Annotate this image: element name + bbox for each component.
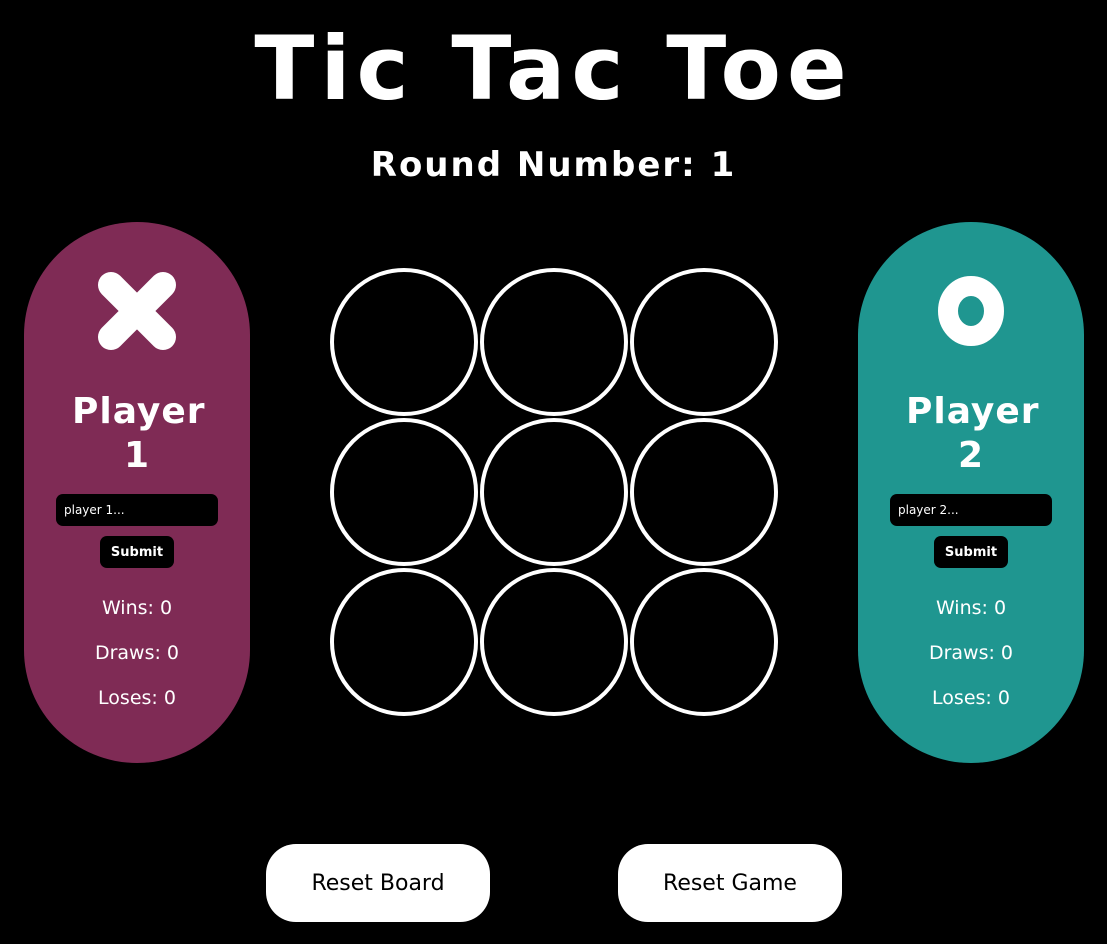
- board-cell-6[interactable]: [630, 418, 778, 566]
- player-1-draws: Draws: 0: [94, 642, 180, 664]
- round-number: Round Number: 1: [370, 145, 737, 185]
- board-cell-3[interactable]: [630, 268, 778, 416]
- player-2-name-text: Player 2: [906, 391, 1040, 476]
- o-mark-icon: [858, 266, 1084, 356]
- game-board: [330, 268, 778, 716]
- x-mark-icon: [24, 266, 250, 356]
- board-cell-5[interactable]: [480, 418, 628, 566]
- reset-game-button[interactable]: Reset Game: [618, 844, 842, 922]
- player-2-name-input[interactable]: [890, 494, 1052, 526]
- player-2-wins: Wins: 0: [935, 597, 1007, 619]
- player-1-wins: Wins: 0: [101, 597, 173, 619]
- board-cell-7[interactable]: [330, 568, 478, 716]
- board-cell-4[interactable]: [330, 418, 478, 566]
- player-1-name: Player 1: [24, 390, 250, 478]
- board-cell-1[interactable]: [330, 268, 478, 416]
- player-2-draws: Draws: 0: [928, 642, 1014, 664]
- player-2-name: Player 2: [858, 390, 1084, 478]
- player-1-name-text: Player 1: [72, 391, 206, 476]
- page-title: Tic Tac Toe: [254, 17, 853, 120]
- board-cell-2[interactable]: [480, 268, 628, 416]
- player-1-card: Player 1 Submit Wins: 0 Draws: 0 Loses: …: [24, 222, 250, 763]
- player-1-loses: Loses: 0: [98, 687, 176, 709]
- board-cell-9[interactable]: [630, 568, 778, 716]
- player-1-submit-button[interactable]: Submit: [100, 536, 174, 568]
- player-2-loses: Loses: 0: [932, 687, 1010, 709]
- player-2-submit-button[interactable]: Submit: [934, 536, 1008, 568]
- player-1-name-input[interactable]: [56, 494, 218, 526]
- board-cell-8[interactable]: [480, 568, 628, 716]
- reset-board-button[interactable]: Reset Board: [266, 844, 490, 922]
- player-2-card: Player 2 Submit Wins: 0 Draws: 0 Loses: …: [858, 222, 1084, 763]
- game-screen: Tic Tac Toe Round Number: 1 Player 1 Sub…: [0, 0, 1107, 944]
